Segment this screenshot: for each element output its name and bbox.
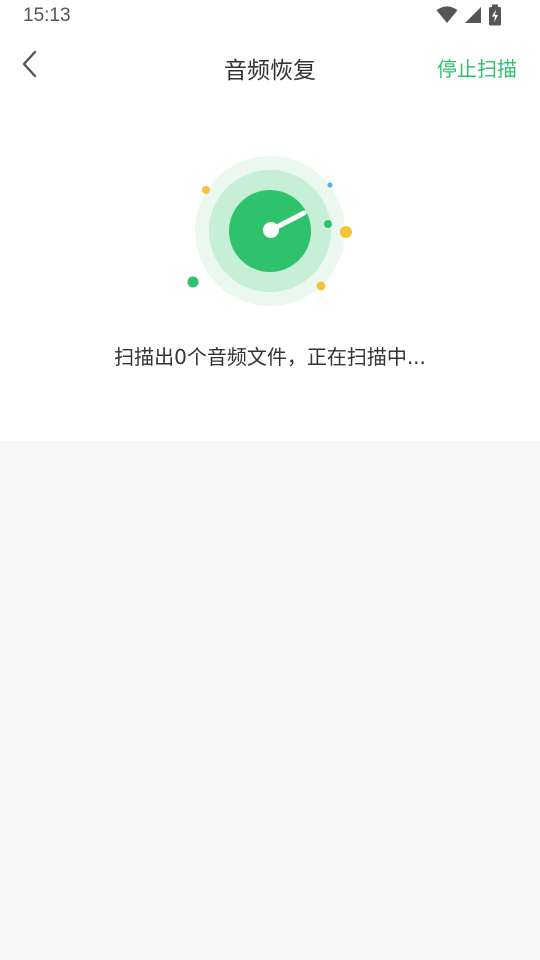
stop-scan-button[interactable]: 停止扫描 bbox=[437, 53, 517, 82]
dot-yellow bbox=[316, 281, 326, 291]
cell-signal-icon bbox=[464, 6, 482, 28]
battery-charging-icon bbox=[488, 4, 502, 30]
status-time: 15:13 bbox=[23, 5, 71, 26]
scanner-illustration bbox=[180, 150, 360, 310]
status-bar: 15:13 bbox=[0, 0, 540, 34]
dot-green bbox=[324, 220, 332, 228]
scan-panel: 15:13 音频恢复 停止扫描 扫描出0个音频文件，正在扫描中... bbox=[0, 0, 540, 441]
toolbar: 音频恢复 停止扫描 bbox=[0, 34, 540, 98]
scan-status-text: 扫描出0个音频文件，正在扫描中... bbox=[114, 345, 426, 369]
dot-yellow bbox=[340, 226, 352, 238]
scanner-pivot bbox=[263, 222, 279, 238]
dot-blue bbox=[327, 182, 333, 188]
dot-yellow bbox=[202, 186, 210, 194]
dot-green bbox=[187, 276, 199, 288]
results-area bbox=[0, 441, 540, 960]
wifi-icon bbox=[436, 6, 458, 28]
status-icons bbox=[436, 4, 502, 30]
